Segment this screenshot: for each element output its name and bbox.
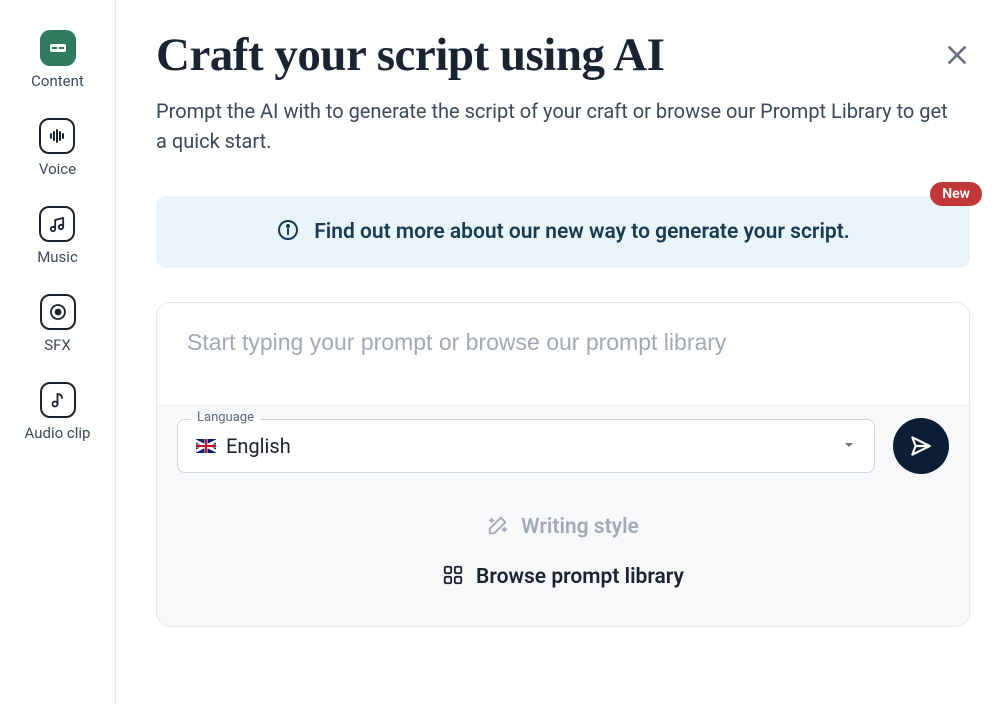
sidebar-item-content[interactable]: Content: [31, 30, 84, 90]
main-content: Craft your script using AI Prompt the AI…: [116, 0, 1006, 704]
browse-library-label: Browse prompt library: [476, 565, 684, 589]
sidebar-item-label: Music: [37, 248, 78, 266]
language-row: Language English: [177, 418, 949, 474]
writing-style-option: Writing style: [177, 502, 949, 552]
new-badge: New: [930, 182, 982, 206]
sidebar-item-label: SFX: [44, 336, 71, 354]
send-button[interactable]: [893, 418, 949, 474]
chevron-down-icon: [842, 437, 856, 456]
browse-library-option[interactable]: Browse prompt library: [177, 552, 949, 602]
prompt-controls: Language English: [157, 404, 969, 626]
language-label: Language: [191, 410, 260, 425]
prompt-input[interactable]: [187, 329, 939, 356]
audio-clip-icon: [40, 382, 76, 418]
language-select[interactable]: Language English: [177, 419, 875, 473]
sidebar-item-label: Audio clip: [25, 424, 91, 442]
page-subtitle: Prompt the AI with to generate the scrip…: [156, 96, 956, 156]
language-dropdown[interactable]: English: [177, 419, 875, 473]
content-icon: [40, 30, 76, 66]
info-icon: [276, 218, 300, 246]
info-banner-text: Find out more about our new way to gener…: [314, 220, 850, 244]
info-banner[interactable]: Find out more about our new way to gener…: [156, 196, 970, 268]
sidebar-item-label: Voice: [39, 160, 76, 178]
uk-flag-icon: [196, 439, 216, 453]
prompt-input-area: [157, 303, 969, 404]
writing-style-label: Writing style: [521, 515, 639, 539]
grid-icon: [442, 564, 464, 590]
sidebar-item-voice[interactable]: Voice: [39, 118, 76, 178]
sfx-icon: [40, 294, 76, 330]
magic-wand-icon: [487, 514, 509, 540]
voice-icon: [39, 118, 75, 154]
prompt-card: Language English: [156, 302, 970, 627]
page-title: Craft your script using AI: [156, 28, 970, 82]
sidebar-item-music[interactable]: Music: [37, 206, 78, 266]
sidebar-item-sfx[interactable]: SFX: [40, 294, 76, 354]
close-button[interactable]: [944, 42, 970, 72]
language-value: English: [226, 434, 832, 458]
sidebar: Content Voice Music: [0, 0, 116, 704]
sidebar-item-audio-clip[interactable]: Audio clip: [25, 382, 91, 442]
sidebar-item-label: Content: [31, 72, 84, 90]
music-icon: [39, 206, 75, 242]
